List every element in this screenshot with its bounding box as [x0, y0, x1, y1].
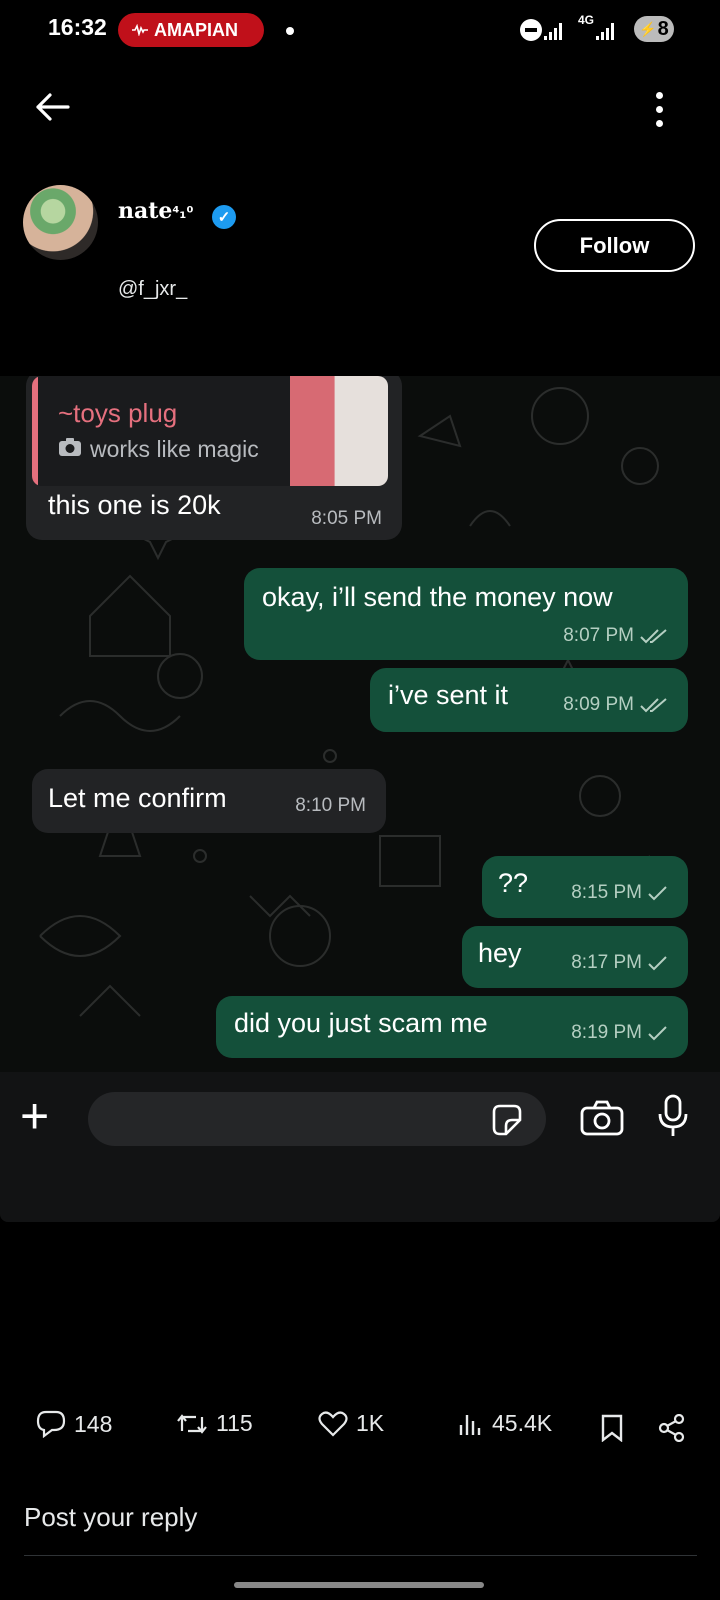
outgoing-message[interactable]: okay, i’ll send the money now 8:07 PM: [244, 568, 688, 660]
quoted-image-thumbnail: [290, 376, 388, 486]
more-options-icon[interactable]: [656, 92, 663, 127]
plus-icon[interactable]: +: [20, 1091, 49, 1141]
message-time-text: 8:17 PM: [571, 952, 642, 973]
follow-button[interactable]: Follow: [534, 219, 695, 272]
message-text: did you just scam me: [234, 1008, 488, 1038]
repost-action[interactable]: 115: [176, 1410, 253, 1437]
incoming-message[interactable]: Let me confirm 8:10 PM: [32, 769, 386, 833]
message-text: this one is 20k: [48, 490, 221, 520]
message-time: 8:19 PM: [571, 1022, 668, 1044]
repost-icon: [177, 1413, 207, 1434]
back-arrow-icon[interactable]: [34, 92, 70, 127]
display-name-suffix: ⁴₁⁰: [172, 203, 194, 222]
microphone-icon[interactable]: [658, 1094, 688, 1143]
reply-input[interactable]: Post your reply: [24, 1502, 197, 1533]
incoming-message[interactable]: ~toys plug works like magic this one is …: [26, 376, 402, 540]
message-time-text: 8:05 PM: [311, 508, 382, 529]
display-name-text: nate: [118, 198, 173, 224]
home-indicator[interactable]: [234, 1582, 484, 1588]
message-time: 8:17 PM: [571, 952, 668, 974]
views-icon: [459, 1414, 481, 1435]
reply-count: 148: [74, 1410, 113, 1437]
music-label: AMAPIAN: [154, 19, 238, 40]
outgoing-message[interactable]: hey 8:17 PM: [462, 926, 688, 988]
verified-badge-icon: ✓: [212, 205, 236, 229]
message-time: 8:15 PM: [571, 882, 668, 904]
charging-icon: ⚡: [639, 20, 657, 37]
message-time: 8:07 PM: [563, 625, 668, 647]
message-text: okay, i’ll send the money now: [262, 582, 613, 612]
message-text: i’ve sent it: [388, 680, 509, 710]
do-not-disturb-icon: [520, 19, 542, 41]
display-name[interactable]: nate⁴₁⁰: [118, 198, 193, 224]
avatar[interactable]: [23, 185, 98, 260]
quoted-caption: works like magic: [58, 436, 259, 463]
message-text: ??: [498, 868, 529, 898]
views-action[interactable]: 45.4K: [458, 1410, 552, 1437]
network-type: 4G: [578, 13, 595, 27]
waveform-icon: [132, 20, 148, 41]
outgoing-message[interactable]: did you just scam me 8:19 PM: [216, 996, 688, 1058]
bookmark-icon[interactable]: [600, 1414, 624, 1447]
message-time: 8:09 PM: [563, 694, 668, 716]
double-check-icon: [640, 698, 667, 713]
reply-action[interactable]: 148: [36, 1410, 112, 1438]
check-icon: [648, 956, 667, 971]
view-count: 45.4K: [492, 1410, 553, 1436]
sticker-icon[interactable]: [490, 1104, 524, 1141]
heart-icon: [318, 1410, 348, 1437]
message-time-text: 8:07 PM: [563, 625, 634, 646]
signal-icon-2: [596, 22, 614, 40]
camera-icon[interactable]: [580, 1100, 624, 1141]
like-count: 1K: [356, 1410, 385, 1436]
signal-icon: [544, 22, 562, 40]
camera-icon: [58, 436, 82, 463]
notification-dot: [286, 27, 294, 35]
battery-indicator: ⚡ 8: [634, 16, 674, 42]
like-action[interactable]: 1K: [318, 1410, 384, 1437]
message-input[interactable]: [88, 1092, 546, 1146]
outgoing-message[interactable]: i’ve sent it 8:09 PM: [370, 668, 688, 732]
quoted-caption-text: works like magic: [90, 436, 259, 462]
check-icon: [648, 1026, 667, 1041]
status-time: 16:32: [48, 14, 107, 40]
message-time-text: 8:19 PM: [571, 1022, 642, 1043]
message-time-text: 8:10 PM: [295, 795, 366, 816]
repost-count: 115: [216, 1410, 253, 1436]
double-check-icon: [640, 629, 667, 644]
quoted-sender: ~toys plug: [58, 398, 178, 428]
share-icon[interactable]: [658, 1413, 686, 1447]
user-handle[interactable]: @f_jxr_: [118, 278, 187, 301]
message-text: Let me confirm: [48, 783, 227, 813]
message-time: 8:05 PM: [311, 508, 382, 530]
reply-icon: [36, 1410, 66, 1438]
quoted-message[interactable]: ~toys plug works like magic: [32, 376, 388, 486]
divider: [24, 1555, 697, 1556]
check-icon: [648, 886, 667, 901]
music-indicator[interactable]: AMAPIAN: [118, 13, 264, 47]
message-text: hey: [478, 938, 522, 968]
battery-level: 8: [657, 17, 669, 40]
message-time: 8:10 PM: [295, 795, 366, 817]
message-time-text: 8:09 PM: [563, 694, 634, 715]
outgoing-message[interactable]: ?? 8:15 PM: [482, 856, 688, 918]
message-time-text: 8:15 PM: [571, 882, 642, 903]
